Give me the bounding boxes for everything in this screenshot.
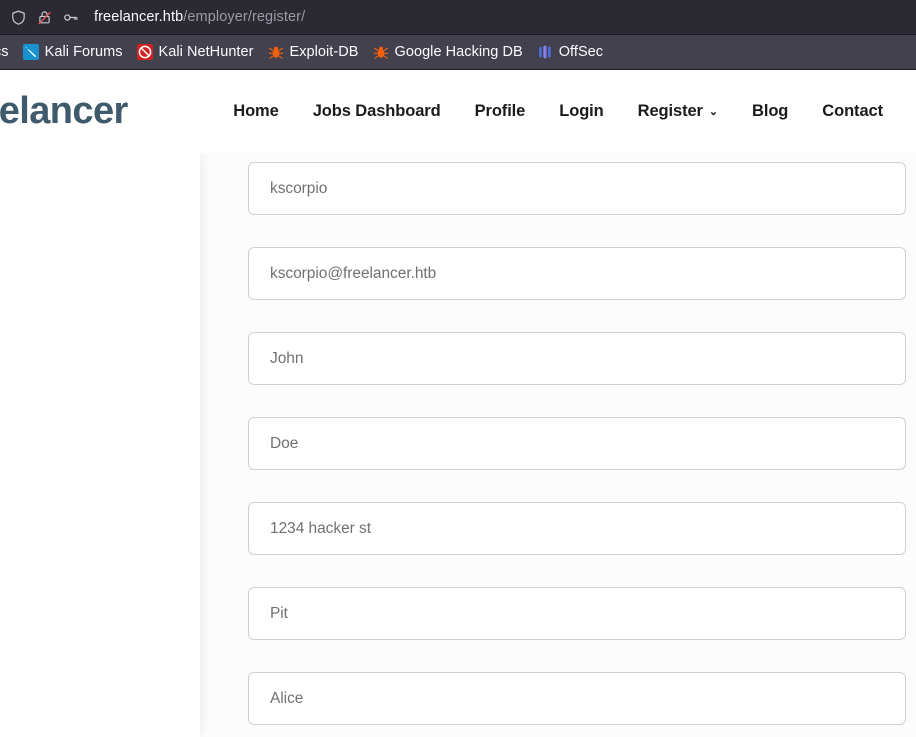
nav-item-label: Blog <box>752 102 789 121</box>
bookmark-label: Kali NetHunter <box>158 44 254 60</box>
key-icon[interactable] <box>60 7 80 27</box>
last-name-field[interactable]: Doe <box>248 417 906 470</box>
left-panel <box>0 153 200 737</box>
bookmark-label: Google Hacking DB <box>394 44 523 60</box>
username-field[interactable]: kscorpio <box>248 162 906 215</box>
kali-nethunter-icon <box>136 44 153 60</box>
nav-item-register[interactable]: Register ⌄ <box>621 103 735 120</box>
bookmark-label: Kali Forums <box>44 44 123 60</box>
bookmark-label: cs <box>0 44 9 60</box>
bookmark-item-offsec[interactable]: OffSec <box>530 39 610 65</box>
url-path: /employer/register/ <box>183 9 306 25</box>
nav-item-label: Profile <box>474 102 526 121</box>
bookmark-item-exploit-db[interactable]: Exploit-DB <box>261 39 366 65</box>
nav-item-profile[interactable]: Profile <box>458 103 543 120</box>
bookmark-item-cs[interactable]: cs <box>0 39 16 65</box>
field-placeholder: Alice <box>270 689 304 707</box>
city-field[interactable]: Pit <box>248 587 906 640</box>
nav-item-label: Home <box>233 102 279 121</box>
content-region: kscorpio kscorpio@freelancer.htb John Do… <box>0 153 916 737</box>
nav-item-label: Jobs Dashboard <box>312 102 441 121</box>
field-placeholder: John <box>270 349 304 367</box>
browser-url-bar[interactable]: freelancer.htb/employer/register/ <box>0 0 916 35</box>
page-viewport: freelancer Home Jobs Dashboard Profile L… <box>0 70 916 737</box>
url-host: freelancer.htb <box>94 9 184 25</box>
url-text[interactable]: freelancer.htb/employer/register/ <box>94 9 305 25</box>
nav-item-blog[interactable]: Blog <box>735 103 805 120</box>
nav-item-login[interactable]: Login <box>542 103 620 120</box>
field-placeholder: Pit <box>270 604 288 622</box>
field-placeholder: Doe <box>270 434 299 452</box>
nav-item-label: Login <box>559 102 604 121</box>
state-field[interactable]: Alice <box>248 672 906 725</box>
google-hacking-db-bug-icon <box>373 46 388 59</box>
site-logo[interactable]: freelancer <box>0 88 128 134</box>
bookmark-label: Exploit-DB <box>289 44 359 60</box>
bookmark-label: OffSec <box>558 44 604 60</box>
field-placeholder: kscorpio <box>270 179 328 197</box>
employer-register-form: kscorpio kscorpio@freelancer.htb John Do… <box>248 153 906 737</box>
lock-crossed-icon[interactable] <box>34 7 54 27</box>
bookmark-item-kali-nethunter[interactable]: Kali NetHunter <box>130 39 261 65</box>
nav-item-label: Register <box>637 102 703 121</box>
shield-icon[interactable] <box>8 7 28 27</box>
kali-forums-icon <box>22 44 39 60</box>
email-field[interactable]: kscorpio@freelancer.htb <box>248 247 906 300</box>
chevron-down-icon: ⌄ <box>708 106 719 118</box>
street-address-field[interactable]: 1234 hacker st <box>248 502 906 555</box>
field-placeholder: 1234 hacker st <box>270 519 371 537</box>
main-navigation: Home Jobs Dashboard Profile Login Regist… <box>216 70 900 153</box>
offsec-icon <box>538 45 551 59</box>
first-name-field[interactable]: John <box>248 332 906 385</box>
nav-item-label: Contact <box>822 102 883 121</box>
field-placeholder: kscorpio@freelancer.htb <box>270 264 437 282</box>
site-navbar: freelancer Home Jobs Dashboard Profile L… <box>0 70 916 153</box>
bookmark-item-kali-forums[interactable]: Kali Forums <box>16 39 130 65</box>
bookmark-item-google-hacking-db[interactable]: Google Hacking DB <box>366 39 530 65</box>
nav-item-contact[interactable]: Contact <box>805 103 900 120</box>
nav-item-home[interactable]: Home <box>216 103 295 120</box>
nav-item-jobs-dashboard[interactable]: Jobs Dashboard <box>296 103 458 120</box>
bookmarks-toolbar: cs Kali Forums Kali NetHunter <box>0 35 916 70</box>
browser-chrome: freelancer.htb/employer/register/ cs Kal… <box>0 0 916 70</box>
exploit-db-bug-icon <box>268 46 283 59</box>
